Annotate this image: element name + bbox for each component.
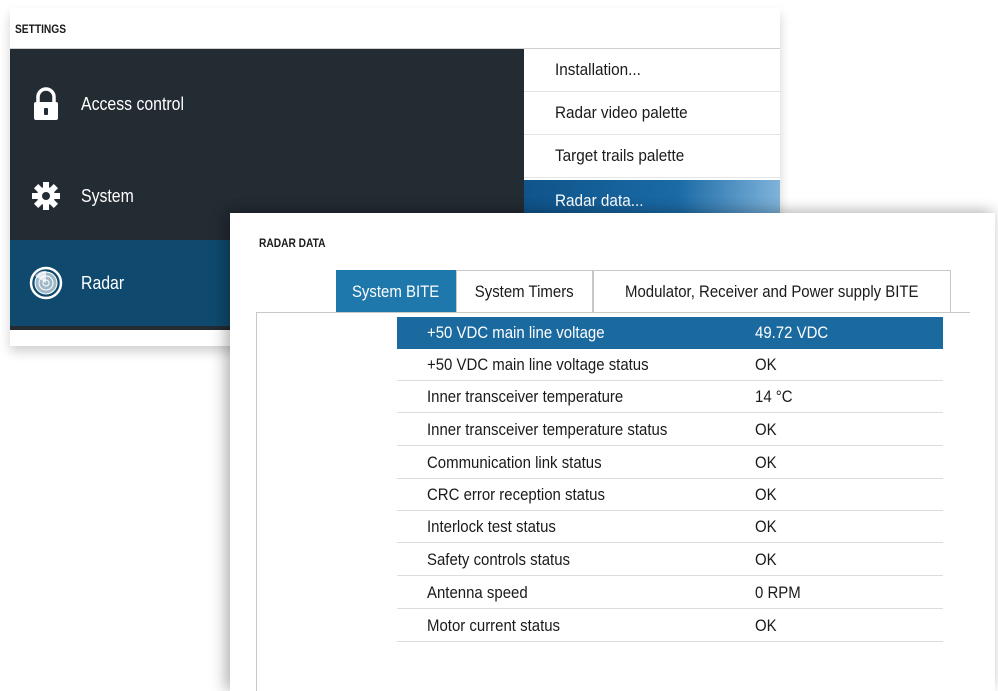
submenu-item-label: Installation...: [555, 60, 641, 79]
gear-icon: [28, 178, 64, 214]
bite-data-panel: +50 VDC main line voltage 49.72 VDC +50 …: [256, 313, 970, 691]
tab-label: System BITE: [352, 282, 440, 301]
row-name: +50 VDC main line voltage: [427, 323, 605, 342]
settings-item-label: System: [81, 185, 134, 206]
radar-data-dialog: RADAR DATA System BITE System Timers Mod…: [230, 213, 995, 691]
submenu-item-radar-video-palette[interactable]: Radar video palette: [524, 92, 780, 135]
settings-item-access-control[interactable]: Access control: [10, 61, 524, 147]
row-name: Communication link status: [427, 453, 602, 472]
row-value: 14 °C: [755, 387, 793, 406]
table-row[interactable]: Safety controls status OK: [397, 544, 943, 576]
row-value: OK: [755, 355, 777, 374]
radar-icon: [28, 265, 64, 301]
table-row[interactable]: Inner transceiver temperature status OK: [397, 414, 943, 446]
tab-modulator-receiver-power-bite[interactable]: Modulator, Receiver and Power supply BIT…: [593, 270, 951, 313]
tab-label: Modulator, Receiver and Power supply BIT…: [625, 282, 919, 301]
settings-title: SETTINGS: [15, 22, 67, 36]
submenu-item-label: Radar video palette: [555, 103, 688, 122]
table-row[interactable]: +50 VDC main line voltage 49.72 VDC: [397, 317, 943, 349]
row-value: 0 RPM: [755, 583, 801, 602]
settings-item-label: Access control: [81, 93, 185, 114]
tab-system-timers[interactable]: System Timers: [456, 270, 593, 313]
row-name: Antenna speed: [427, 583, 528, 602]
row-value: OK: [755, 616, 777, 635]
row-name: Safety controls status: [427, 550, 571, 569]
submenu-item-target-trails-palette[interactable]: Target trails palette: [524, 135, 780, 178]
submenu-item-label: Radar data...: [555, 191, 644, 210]
table-row[interactable]: Motor current status OK: [397, 610, 943, 642]
row-value: OK: [755, 453, 777, 472]
lock-icon: [28, 86, 64, 122]
row-value: OK: [755, 420, 777, 439]
tab-system-bite[interactable]: System BITE: [336, 270, 456, 313]
row-value: OK: [755, 485, 777, 504]
row-name: CRC error reception status: [427, 485, 605, 504]
submenu-item-installation[interactable]: Installation...: [524, 49, 780, 92]
table-row[interactable]: Communication link status OK: [397, 447, 943, 479]
table-row[interactable]: +50 VDC main line voltage status OK: [397, 349, 943, 381]
dialog-title: RADAR DATA: [259, 236, 326, 250]
row-name: +50 VDC main line voltage status: [427, 355, 649, 374]
table-row[interactable]: Antenna speed 0 RPM: [397, 577, 943, 609]
table-row[interactable]: CRC error reception status OK: [397, 479, 943, 511]
row-name: Inner transceiver temperature: [427, 387, 624, 406]
row-value: OK: [755, 517, 777, 536]
row-value: 49.72 VDC: [755, 323, 829, 342]
row-name: Motor current status: [427, 616, 561, 635]
settings-titlebar: SETTINGS: [10, 8, 780, 49]
table-row[interactable]: Inner transceiver temperature 14 °C: [397, 381, 943, 413]
submenu-item-label: Target trails palette: [555, 146, 685, 165]
settings-item-label: Radar: [81, 272, 125, 293]
tab-label: System Timers: [475, 282, 574, 301]
row-value: OK: [755, 550, 777, 569]
row-name: Interlock test status: [427, 517, 556, 536]
row-name: Inner transceiver temperature status: [427, 420, 668, 439]
table-row[interactable]: Interlock test status OK: [397, 511, 943, 543]
